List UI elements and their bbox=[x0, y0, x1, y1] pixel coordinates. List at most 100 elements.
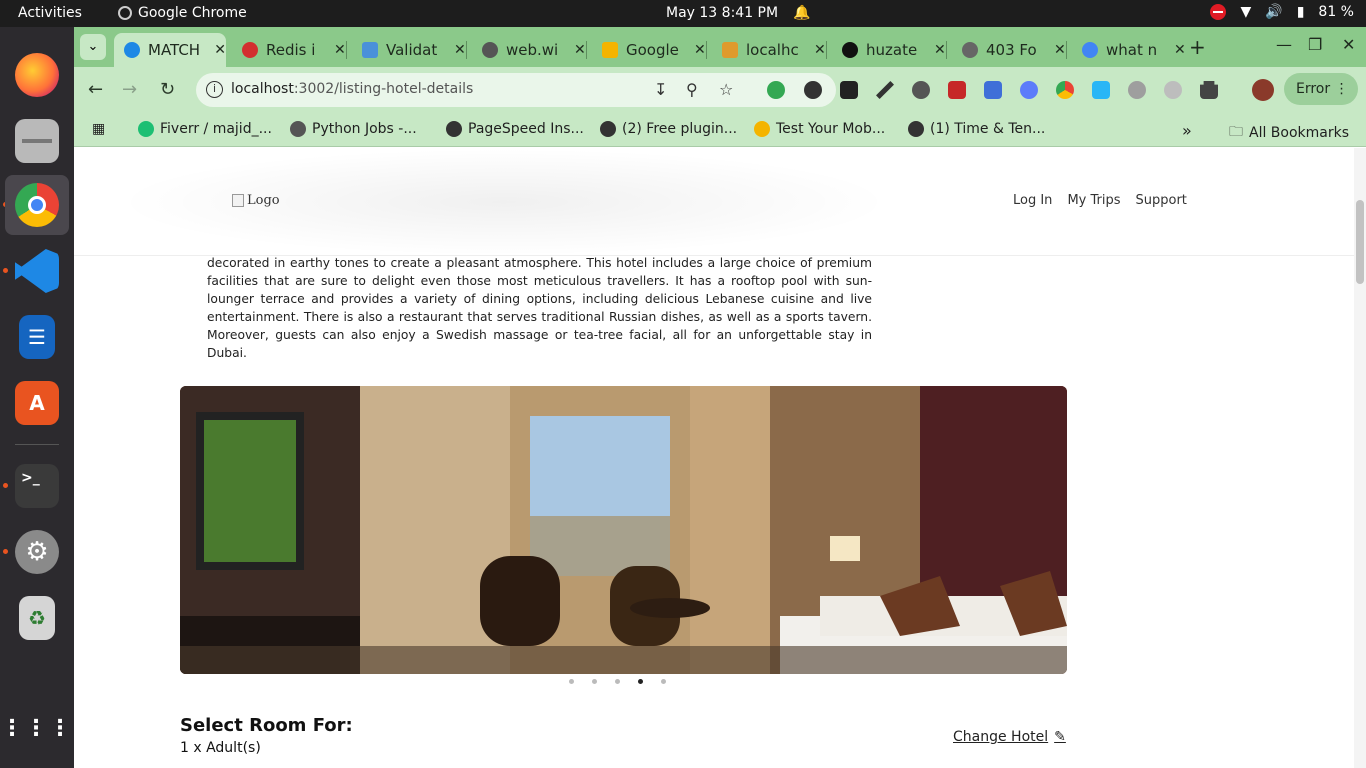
bookmark-fiverr[interactable]: Fiverr / majid_... bbox=[138, 121, 272, 137]
dock-files[interactable] bbox=[5, 111, 69, 171]
dock-firefox[interactable] bbox=[5, 45, 69, 105]
carousel-dot-4-active[interactable] bbox=[638, 679, 643, 684]
activities-button[interactable]: Activities bbox=[18, 5, 82, 21]
scrollbar-thumb[interactable] bbox=[1356, 200, 1364, 284]
dock-google-chrome[interactable] bbox=[5, 175, 69, 235]
broken-image-icon bbox=[232, 194, 244, 207]
bookmark-python-jobs[interactable]: Python Jobs -... bbox=[290, 121, 417, 137]
dock-settings[interactable]: ⚙ bbox=[5, 522, 69, 582]
dock-writer[interactable]: ☰ bbox=[5, 307, 69, 367]
profile-error-button[interactable]: Error ⋮ bbox=[1284, 73, 1358, 105]
tab-favicon-icon bbox=[962, 42, 978, 58]
tab-favicon-icon bbox=[722, 42, 738, 58]
close-icon[interactable]: ✕ bbox=[214, 42, 226, 58]
close-icon[interactable]: ✕ bbox=[694, 42, 706, 58]
extension-loop-icon[interactable] bbox=[1020, 81, 1038, 99]
bookmarks-bar: ▦ Fiverr / majid_... Python Jobs -... Pa… bbox=[74, 113, 1366, 147]
carousel-dot-5[interactable] bbox=[661, 679, 666, 684]
extension-font-icon[interactable] bbox=[840, 81, 858, 99]
reload-icon[interactable]: ↻ bbox=[160, 79, 175, 100]
system-tray[interactable]: ▼ 🔊 ▮ 81 % bbox=[1210, 4, 1354, 20]
extensions-puzzle-icon[interactable] bbox=[1200, 81, 1218, 99]
close-icon[interactable]: ✕ bbox=[334, 42, 346, 58]
dock-separator bbox=[15, 444, 59, 445]
extension-fi-icon[interactable] bbox=[1092, 81, 1110, 99]
battery-level: 81 % bbox=[1318, 4, 1354, 20]
tab-localhost[interactable]: localhc ✕ bbox=[712, 33, 826, 67]
bookmark-free-plugins[interactable]: (2) Free plugin... bbox=[600, 121, 737, 137]
dock-terminal[interactable]: >_ bbox=[5, 456, 69, 516]
globe-icon bbox=[446, 121, 462, 137]
all-bookmarks-button[interactable]: 🗀 All Bookmarks bbox=[1229, 121, 1349, 145]
close-icon[interactable]: ✕ bbox=[934, 42, 946, 58]
change-hotel-link[interactable]: Change Hotel ✎ bbox=[953, 729, 1066, 745]
carousel-dot-3[interactable] bbox=[615, 679, 620, 684]
extension-wordpress-icon[interactable] bbox=[912, 81, 930, 99]
more-bookmarks-chevron-icon[interactable]: » bbox=[1182, 121, 1192, 140]
extension-video-icon[interactable] bbox=[948, 81, 966, 99]
install-app-icon[interactable]: ↧ bbox=[654, 80, 667, 99]
extension-whatsapp-icon[interactable] bbox=[767, 81, 785, 99]
apps-grid-icon[interactable]: ▦ bbox=[92, 121, 105, 137]
nav-log-in[interactable]: Log In bbox=[1013, 193, 1052, 208]
extension-eyedropper-icon[interactable] bbox=[876, 81, 894, 99]
hotel-image-carousel[interactable] bbox=[180, 386, 1067, 674]
new-tab-plus-icon[interactable]: + bbox=[1189, 35, 1206, 59]
page-scrollbar[interactable] bbox=[1354, 148, 1366, 768]
carousel-dot-2[interactable] bbox=[592, 679, 597, 684]
header-shadow bbox=[114, 148, 894, 256]
tab-redis[interactable]: Redis i ✕ bbox=[232, 33, 346, 67]
tab-strip: ⌄ MATCH ✕ Redis i ✕ Validat ✕ web.wi ✕ G… bbox=[74, 27, 1366, 67]
bookmark-time-tennis[interactable]: (1) Time & Ten... bbox=[908, 121, 1045, 137]
profile-avatar[interactable] bbox=[1252, 79, 1274, 101]
extension-screenshot-icon[interactable] bbox=[984, 81, 1002, 99]
close-icon[interactable]: ✕ bbox=[1054, 42, 1066, 58]
address-bar[interactable]: i localhost:3002/listing-hotel-details ↧… bbox=[196, 73, 836, 107]
pencil-icon: ✎ bbox=[1054, 729, 1066, 745]
extension-gear-icon[interactable] bbox=[1164, 81, 1182, 99]
minimize-icon[interactable]: — bbox=[1276, 35, 1292, 54]
nav-support[interactable]: Support bbox=[1136, 193, 1187, 208]
tab-separator bbox=[826, 41, 827, 59]
maximize-icon[interactable]: ❐ bbox=[1308, 35, 1322, 54]
tab-search-button[interactable]: ⌄ bbox=[80, 34, 106, 60]
tab-github[interactable]: huzate ✕ bbox=[832, 33, 946, 67]
extension-dots-icon[interactable] bbox=[1128, 81, 1146, 99]
close-icon[interactable]: ✕ bbox=[454, 42, 466, 58]
dock-trash[interactable]: ♻ bbox=[5, 588, 69, 648]
bookmark-test-mobile[interactable]: Test Your Mob... bbox=[754, 121, 885, 137]
close-icon[interactable]: ✕ bbox=[814, 42, 826, 58]
back-arrow-icon[interactable]: ← bbox=[88, 79, 103, 100]
nav-my-trips[interactable]: My Trips bbox=[1067, 193, 1120, 208]
bookmark-label: (2) Free plugin... bbox=[622, 121, 738, 137]
tab-validat[interactable]: Validat ✕ bbox=[352, 33, 466, 67]
carousel-indicators bbox=[569, 679, 666, 684]
tab-403[interactable]: 403 Fo ✕ bbox=[952, 33, 1066, 67]
carousel-dot-1[interactable] bbox=[569, 679, 574, 684]
zoom-icon[interactable]: ⚲ bbox=[686, 80, 698, 99]
app-menu[interactable]: Google Chrome bbox=[118, 5, 247, 21]
tab-google[interactable]: Google ✕ bbox=[592, 33, 706, 67]
bookmark-star-icon[interactable]: ☆ bbox=[719, 80, 733, 99]
dock-vscode[interactable] bbox=[5, 241, 69, 301]
tab-match[interactable]: MATCH ✕ bbox=[114, 33, 226, 67]
bookmark-pagespeed[interactable]: PageSpeed Ins... bbox=[446, 121, 584, 137]
clock[interactable]: May 13 8:41 PM bbox=[666, 5, 778, 21]
url-text[interactable]: localhost:3002/listing-hotel-details bbox=[231, 81, 473, 97]
site-info-icon[interactable]: i bbox=[206, 81, 223, 98]
tab-title: what n bbox=[1106, 41, 1158, 59]
dock-software[interactable]: A bbox=[5, 373, 69, 433]
site-logo[interactable]: Logo bbox=[232, 193, 280, 208]
tab-separator bbox=[346, 41, 347, 59]
extension-chrome-icon[interactable] bbox=[1056, 81, 1074, 99]
close-icon[interactable]: ✕ bbox=[574, 42, 586, 58]
show-applications-button[interactable]: ⋮⋮⋮ bbox=[1, 698, 71, 758]
tab-favicon-icon bbox=[362, 42, 378, 58]
tab-web[interactable]: web.wi ✕ bbox=[472, 33, 586, 67]
window-close-icon[interactable]: ✕ bbox=[1342, 35, 1355, 54]
forward-arrow-icon[interactable]: → bbox=[122, 79, 137, 100]
tab-separator bbox=[1066, 41, 1067, 59]
close-icon[interactable]: ✕ bbox=[1174, 42, 1186, 58]
extension-sync-icon[interactable] bbox=[804, 81, 822, 99]
tab-what[interactable]: what n ✕ bbox=[1072, 33, 1186, 67]
